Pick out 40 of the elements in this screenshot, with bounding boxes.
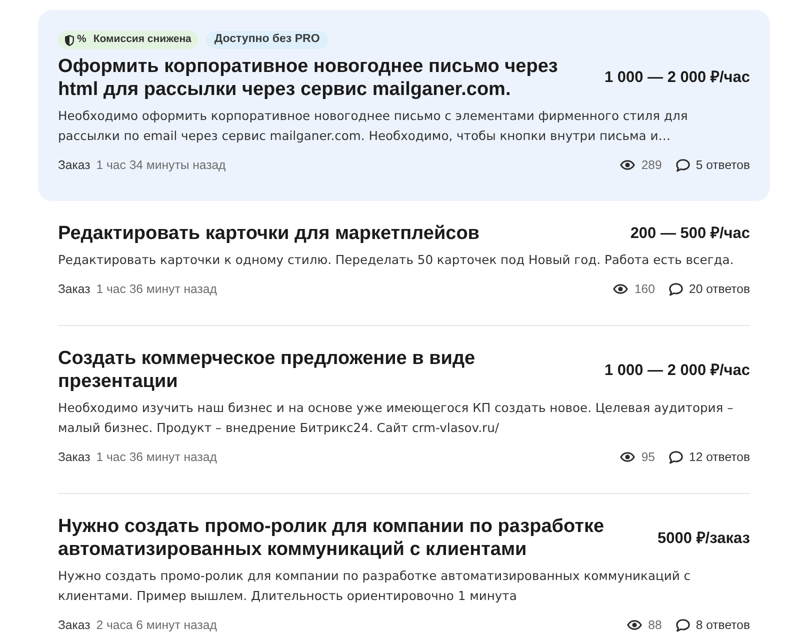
price-text: 5000 ₽/заказ bbox=[658, 528, 750, 549]
views-count: 88 bbox=[648, 617, 662, 634]
replies-count[interactable]: 8 ответов bbox=[696, 616, 750, 634]
posted-time: 2 часа 6 минут назад bbox=[96, 617, 217, 634]
price-text: 1 000 — 2 000 ₽/час bbox=[604, 360, 750, 381]
order-description: Необходимо изучить наш бизнес и на основе уже имеющегося КП создать новое. Целевая аудитория – малый бизнес. Продукт – внедрение Битрикс24. Сайт crm-vlasov.ru/ bbox=[58, 400, 734, 438]
replies-count[interactable]: 5 ответов bbox=[696, 156, 750, 174]
eye-icon bbox=[620, 160, 636, 170]
order-type-label: Заказ bbox=[58, 617, 90, 634]
eye-icon bbox=[627, 620, 642, 630]
eye-icon bbox=[620, 452, 636, 462]
views-count: 95 bbox=[641, 449, 655, 466]
speech-bubble-icon bbox=[669, 282, 683, 296]
availability-badge: Доступно без PRO bbox=[206, 31, 328, 49]
badge-label: Комиссия снижена bbox=[93, 32, 192, 48]
posted-time: 1 час 34 минуты назад bbox=[96, 156, 226, 174]
price-text: 200 — 500 ₽/час bbox=[630, 224, 750, 244]
order-type-label: Заказ bbox=[58, 281, 90, 298]
replies-count[interactable]: 12 ответов bbox=[689, 448, 750, 466]
views-count: 160 bbox=[634, 281, 655, 298]
order-description: Необходимо оформить корпоративное новогоднее письмо с элементами фирменного стиля для рассылки по email через сервис mailganer.com. Необходимо, чтобы кнопки внутри письма и… bbox=[58, 108, 689, 145]
order-title[interactable]: Редактировать карточки для маркетплейсов bbox=[58, 222, 590, 246]
replies-count[interactable]: 20 ответов bbox=[689, 280, 750, 298]
posted-time: 1 час 36 минут назад bbox=[96, 281, 217, 298]
order-type-label: Заказ bbox=[58, 156, 90, 174]
shield-icon bbox=[65, 34, 74, 46]
posted-time: 1 час 36 минут назад bbox=[96, 449, 217, 466]
speech-bubble-icon bbox=[676, 618, 690, 632]
speech-bubble-icon bbox=[669, 450, 683, 464]
order-title[interactable]: Нужно создать промо-ролик для компании по разработке автоматизированных коммуникаций с клиентами bbox=[58, 515, 618, 562]
views-count: 289 bbox=[641, 156, 662, 174]
order-title[interactable]: Оформить корпоративное новогоднее письмо через html для рассылки через сервис mailganer.com. bbox=[58, 55, 564, 101]
percent-symbol: % bbox=[77, 32, 86, 48]
order-description: Редактировать карточки к одному стилю. Переделать 50 карточек под Новый год. Работа есть всегда. bbox=[58, 252, 735, 270]
price-text: 1 000 — 2 000 ₽/час bbox=[604, 68, 750, 88]
order-title[interactable]: Создать коммерческое предложение в виде презентации bbox=[58, 347, 564, 394]
speech-bubble-icon bbox=[676, 158, 690, 172]
order-type-label: Заказ bbox=[58, 449, 90, 466]
order-description: Нужно создать промо-ролик для компании по разработке автоматизированных коммуникаций с клиентами. Пример вышлем. Длительность ориентировочно 1 минута bbox=[58, 568, 692, 606]
eye-icon bbox=[613, 284, 628, 294]
